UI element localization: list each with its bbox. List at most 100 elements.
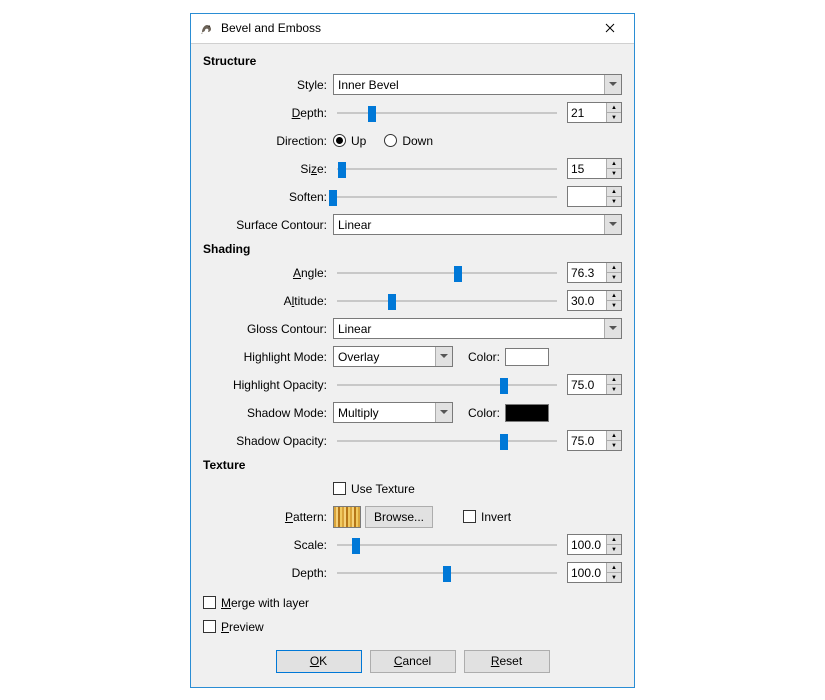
highlight-opacity-label: Highlight Opacity:: [203, 378, 333, 392]
preview-label: Preview: [221, 620, 264, 634]
bevel-emboss-dialog: Bevel and Emboss Structure Style: Inner …: [190, 13, 635, 688]
style-combo-value: Inner Bevel: [334, 75, 604, 94]
highlight-opacity-spinner[interactable]: ▲▼: [567, 374, 622, 395]
checkbox-indicator: [203, 620, 216, 633]
texture-depth-slider[interactable]: [333, 563, 561, 583]
checkbox-indicator: [203, 596, 216, 609]
texture-scale-slider[interactable]: [333, 535, 561, 555]
spin-up-icon[interactable]: ▲: [607, 187, 621, 197]
soften-slider[interactable]: [333, 187, 561, 207]
size-spinner[interactable]: ▲▼: [567, 158, 622, 179]
spin-down-icon[interactable]: ▼: [607, 573, 621, 582]
close-button[interactable]: [590, 14, 630, 42]
structure-heading: Structure: [203, 54, 622, 68]
spin-up-icon[interactable]: ▲: [607, 431, 621, 441]
button-row: OK Cancel Reset: [203, 640, 622, 677]
shadow-mode-combo[interactable]: Multiply: [333, 402, 453, 423]
app-icon: [199, 20, 215, 36]
spin-down-icon[interactable]: ▼: [607, 113, 621, 122]
reset-button[interactable]: Reset: [464, 650, 550, 673]
invert-checkbox[interactable]: Invert: [463, 510, 511, 524]
depth-slider[interactable]: [333, 103, 561, 123]
radio-indicator: [384, 134, 397, 147]
chevron-down-icon[interactable]: [435, 403, 452, 422]
direction-up-radio[interactable]: Up: [333, 134, 366, 148]
depth-label: Depth:: [203, 106, 333, 120]
merge-with-layer-checkbox[interactable]: Merge with layer: [203, 596, 309, 610]
texture-heading: Texture: [203, 458, 622, 472]
highlight-opacity-input[interactable]: [568, 375, 606, 394]
surface-contour-value: Linear: [334, 215, 604, 234]
spin-up-icon[interactable]: ▲: [607, 263, 621, 273]
ok-button[interactable]: OK: [276, 650, 362, 673]
spin-down-icon[interactable]: ▼: [607, 273, 621, 282]
soften-input[interactable]: [568, 187, 606, 206]
gloss-contour-label: Gloss Contour:: [203, 322, 333, 336]
gloss-contour-combo[interactable]: Linear: [333, 318, 622, 339]
spin-down-icon[interactable]: ▼: [607, 197, 621, 206]
angle-slider[interactable]: [333, 263, 561, 283]
texture-scale-input[interactable]: [568, 535, 606, 554]
chevron-down-icon[interactable]: [604, 75, 621, 94]
spin-down-icon[interactable]: ▼: [607, 545, 621, 554]
texture-scale-spinner[interactable]: ▲▼: [567, 534, 622, 555]
direction-label: Direction:: [203, 134, 333, 148]
shadow-opacity-input[interactable]: [568, 431, 606, 450]
direction-up-label: Up: [351, 134, 366, 148]
spin-up-icon[interactable]: ▲: [607, 375, 621, 385]
chevron-down-icon[interactable]: [604, 215, 621, 234]
shadow-opacity-slider[interactable]: [333, 431, 561, 451]
texture-depth-spinner[interactable]: ▲▼: [567, 562, 622, 583]
altitude-slider[interactable]: [333, 291, 561, 311]
shadow-mode-label: Shadow Mode:: [203, 406, 333, 420]
altitude-spinner[interactable]: ▲▼: [567, 290, 622, 311]
spin-down-icon[interactable]: ▼: [607, 301, 621, 310]
angle-input[interactable]: [568, 263, 606, 282]
highlight-color-swatch[interactable]: [505, 348, 549, 366]
altitude-input[interactable]: [568, 291, 606, 310]
size-input[interactable]: [568, 159, 606, 178]
spin-up-icon[interactable]: ▲: [607, 159, 621, 169]
use-texture-checkbox[interactable]: Use Texture: [333, 482, 415, 496]
style-combo[interactable]: Inner Bevel: [333, 74, 622, 95]
highlight-mode-value: Overlay: [334, 347, 435, 366]
angle-spinner[interactable]: ▲▼: [567, 262, 622, 283]
spin-down-icon[interactable]: ▼: [607, 385, 621, 394]
soften-label: Soften:: [203, 190, 333, 204]
browse-button[interactable]: Browse...: [365, 506, 433, 528]
depth-spinner[interactable]: ▲▼: [567, 102, 622, 123]
spin-down-icon[interactable]: ▼: [607, 441, 621, 450]
spin-up-icon[interactable]: ▲: [607, 103, 621, 113]
shadow-color-swatch[interactable]: [505, 404, 549, 422]
pattern-label: Pattern:: [203, 510, 333, 524]
style-label: Style:: [203, 78, 333, 92]
depth-input[interactable]: [568, 103, 606, 122]
surface-contour-label: Surface Contour:: [203, 218, 333, 232]
texture-scale-label: Scale:: [203, 538, 333, 552]
chevron-down-icon[interactable]: [435, 347, 452, 366]
pattern-swatch[interactable]: [333, 506, 361, 528]
gloss-contour-value: Linear: [334, 319, 604, 338]
highlight-mode-combo[interactable]: Overlay: [333, 346, 453, 367]
shadow-color-label: Color:: [465, 406, 505, 420]
surface-contour-combo[interactable]: Linear: [333, 214, 622, 235]
spin-up-icon[interactable]: ▲: [607, 291, 621, 301]
spin-down-icon[interactable]: ▼: [607, 169, 621, 178]
spin-up-icon[interactable]: ▲: [607, 563, 621, 573]
cancel-button[interactable]: Cancel: [370, 650, 456, 673]
highlight-mode-label: Highlight Mode:: [203, 350, 333, 364]
soften-spinner[interactable]: ▲▼: [567, 186, 622, 207]
highlight-opacity-slider[interactable]: [333, 375, 561, 395]
checkbox-indicator: [463, 510, 476, 523]
size-slider[interactable]: [333, 159, 561, 179]
shadow-opacity-spinner[interactable]: ▲▼: [567, 430, 622, 451]
altitude-label: Altitude:: [203, 294, 333, 308]
texture-depth-label: Depth:: [203, 566, 333, 580]
preview-checkbox[interactable]: Preview: [203, 620, 264, 634]
texture-depth-input[interactable]: [568, 563, 606, 582]
chevron-down-icon[interactable]: [604, 319, 621, 338]
direction-down-radio[interactable]: Down: [384, 134, 433, 148]
checkbox-indicator: [333, 482, 346, 495]
shadow-mode-value: Multiply: [334, 403, 435, 422]
spin-up-icon[interactable]: ▲: [607, 535, 621, 545]
